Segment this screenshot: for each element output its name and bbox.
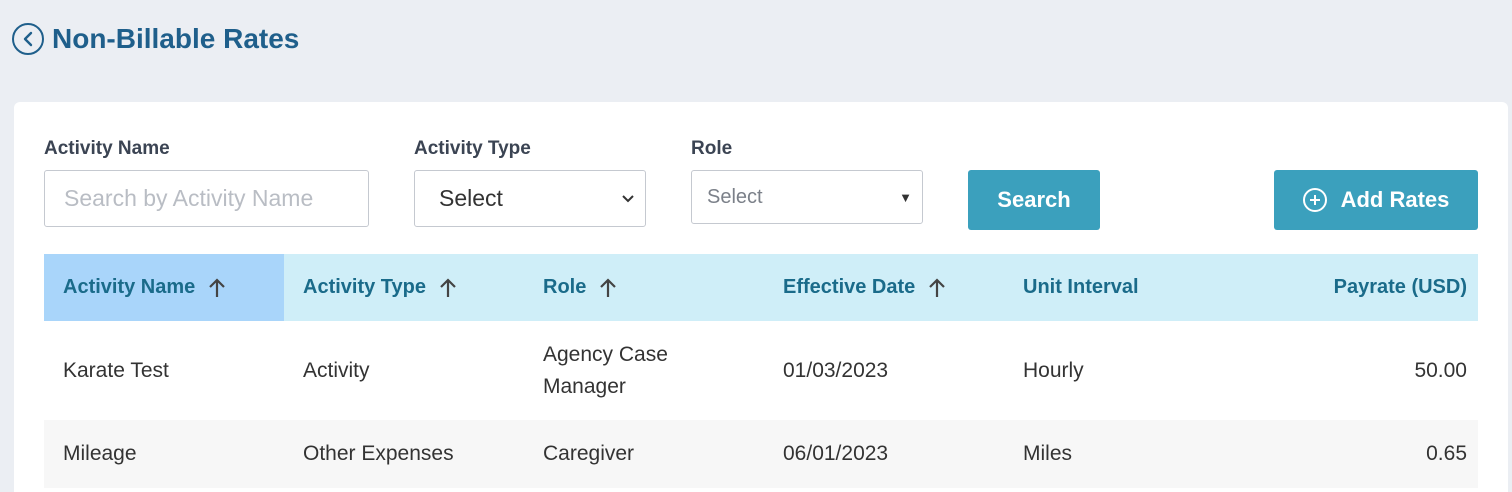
add-rates-label: Add Rates xyxy=(1340,187,1450,212)
column-header-role[interactable]: Role xyxy=(524,254,764,321)
cell-role: Agency Case Manager xyxy=(543,342,668,398)
sort-asc-icon xyxy=(927,277,947,299)
activity-name-input[interactable]: Search by Activity Name xyxy=(44,170,369,227)
back-icon[interactable] xyxy=(12,23,44,55)
chevron-down-icon xyxy=(622,194,634,202)
add-circle-icon xyxy=(1302,188,1327,212)
sort-asc-icon xyxy=(598,277,618,299)
cell-activity-type: Activity xyxy=(303,358,370,382)
activity-type-label: Activity Type xyxy=(414,138,531,159)
cell-activity-name: Mileage xyxy=(63,442,137,465)
rates-card: Activity Name Search by Activity Name Ac… xyxy=(14,102,1508,492)
role-select[interactable]: Select ▼ xyxy=(691,170,923,224)
cell-activity-name: Karate Test xyxy=(63,358,169,382)
cell-unit-interval: Miles xyxy=(1023,442,1073,465)
activity-name-label: Activity Name xyxy=(44,138,170,159)
cell-activity-type: Other Expenses xyxy=(303,442,454,465)
table-row[interactable]: Karate Test Activity Agency Case Manager… xyxy=(44,321,1478,420)
column-header-activity-name[interactable]: Activity Name xyxy=(44,254,284,321)
cell-unit-interval: Hourly xyxy=(1023,358,1084,382)
page-title: Non-Billable Rates xyxy=(52,23,300,54)
table-header: Activity Name Activity Type Role Effecti… xyxy=(44,254,1478,321)
cell-effective-date: 01/03/2023 xyxy=(783,358,889,382)
sort-asc-icon xyxy=(207,277,227,299)
cell-payrate: 0.65 xyxy=(1426,442,1467,465)
role-value: Select xyxy=(707,185,763,208)
activity-type-value: Select xyxy=(439,185,503,211)
page-header: Non-Billable Rates xyxy=(12,22,299,56)
add-rates-button[interactable]: Add Rates xyxy=(1274,170,1478,230)
cell-effective-date: 06/01/2023 xyxy=(783,442,889,465)
cell-role: Caregiver xyxy=(543,442,635,465)
caret-down-icon: ▼ xyxy=(899,189,912,205)
sort-asc-icon xyxy=(438,277,458,299)
table-row[interactable]: Mileage Other Expenses Caregiver 06/01/2… xyxy=(44,420,1478,488)
column-header-activity-type[interactable]: Activity Type xyxy=(284,254,524,321)
activity-type-select[interactable]: Select xyxy=(414,170,646,227)
rates-table: Activity Name Activity Type Role Effecti… xyxy=(44,254,1478,488)
role-label: Role xyxy=(691,138,733,159)
column-header-unit-interval[interactable]: Unit Interval xyxy=(1004,254,1244,321)
search-button[interactable]: Search xyxy=(968,170,1100,230)
column-header-payrate[interactable]: Payrate (USD) xyxy=(1244,254,1478,321)
column-header-effective-date[interactable]: Effective Date xyxy=(764,254,1004,321)
cell-payrate: 50.00 xyxy=(1414,358,1467,382)
